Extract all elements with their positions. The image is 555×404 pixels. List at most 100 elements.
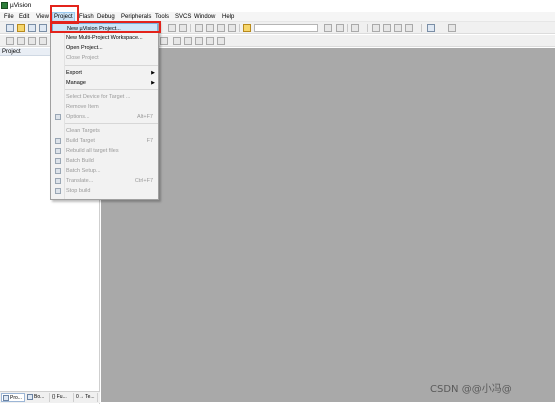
save-icon[interactable]	[28, 24, 36, 32]
menu-select-device[interactable]: Select Device for Target ...	[52, 92, 158, 102]
comment-icon[interactable]	[217, 24, 225, 32]
menu-shortcut: Ctrl+F7	[134, 178, 153, 184]
indent-icon[interactable]	[195, 24, 203, 32]
menu-options[interactable]: Options... Alt+F7	[52, 112, 158, 122]
find-icon[interactable]	[168, 24, 176, 32]
new-project-annotation-box	[50, 21, 161, 33]
breakpoint-kill-all-icon[interactable]	[405, 24, 413, 32]
menu-item-label: Clean Targets	[66, 128, 100, 134]
menu-item-label: Batch Build	[66, 158, 94, 164]
menu-new-multi-project-workspace[interactable]: New Multi-Project Workspace...	[52, 33, 158, 43]
tab-label: 0→ Te...	[76, 394, 95, 400]
toolbar-separator	[239, 24, 240, 32]
incremental-find-icon[interactable]	[324, 24, 332, 32]
menu-separator	[65, 123, 158, 124]
menu-batch-setup[interactable]: Batch Setup...	[52, 166, 158, 176]
tab-label: Pro...	[10, 395, 22, 401]
books-tab-icon	[27, 394, 33, 400]
window-layout-icon[interactable]	[427, 24, 435, 32]
tab-templates[interactable]: 0→ Te...	[74, 393, 98, 402]
menu-edit[interactable]: Edit	[18, 13, 30, 21]
tab-label: Bo...	[34, 394, 45, 400]
project-panel-tabs: Pro... Bo... {} Fu... 0→ Te...	[0, 391, 100, 403]
tab-books[interactable]: Bo...	[26, 393, 50, 402]
project-dropdown-menu: New µVision Project... New Multi-Project…	[50, 21, 159, 200]
tab-project[interactable]: Pro...	[1, 393, 25, 402]
menu-window[interactable]: Window	[193, 13, 216, 21]
debug-restore-icon[interactable]	[160, 37, 168, 45]
menu-rebuild-all[interactable]: Rebuild all target files	[52, 146, 158, 156]
translate-icon[interactable]	[6, 37, 14, 45]
rebuild-icon[interactable]	[28, 37, 36, 45]
menu-item-label: Manage	[66, 80, 86, 86]
manage-packs-icon[interactable]	[217, 37, 225, 45]
menu-file[interactable]: File	[3, 13, 15, 21]
menu-peripherals[interactable]: Peripherals	[120, 13, 152, 21]
menu-translate[interactable]: Translate... Ctrl+F7	[52, 176, 158, 186]
menu-clean-targets[interactable]: Clean Targets	[52, 126, 158, 136]
menu-item-label: Export	[66, 70, 82, 76]
configure-icon[interactable]	[448, 24, 456, 32]
find-in-files-icon[interactable]	[179, 24, 187, 32]
breakpoint-disable-icon[interactable]	[383, 24, 391, 32]
menu-item-label: Open Project...	[66, 45, 103, 51]
menu-batch-build[interactable]: Batch Build	[52, 156, 158, 166]
find-combo[interactable]	[254, 24, 318, 32]
menu-separator	[65, 65, 158, 66]
menu-separator	[65, 89, 158, 90]
menu-item-label: Build Target	[66, 138, 95, 144]
toolbar-separator	[190, 24, 191, 32]
menu-item-label: Stop build	[66, 188, 91, 194]
menu-help[interactable]: Help	[221, 13, 235, 21]
batch-build-icon[interactable]	[39, 37, 47, 45]
menu-export[interactable]: Export ▶	[52, 68, 158, 78]
uncomment-icon[interactable]	[228, 24, 236, 32]
batch-build-icon	[55, 158, 61, 164]
debug-start-icon[interactable]	[351, 24, 359, 32]
menu-item-label: Rebuild all target files	[66, 148, 119, 154]
csdn-watermark: CSDN @@小冯@	[430, 384, 512, 395]
menu-open-project[interactable]: Open Project...	[52, 43, 158, 53]
step-into-icon[interactable]	[173, 37, 181, 45]
submenu-arrow-icon: ▶	[151, 80, 155, 86]
batch-setup-icon	[55, 168, 61, 174]
menu-item-label: Remove Item	[66, 104, 99, 110]
breakpoint-insert-icon[interactable]	[372, 24, 380, 32]
step-out-icon[interactable]	[195, 37, 203, 45]
toolbar-separator	[347, 24, 348, 32]
run-to-cursor-icon[interactable]	[206, 37, 214, 45]
save-all-icon[interactable]	[39, 24, 47, 32]
editor-area[interactable]	[101, 48, 555, 402]
toolbar-separator	[367, 24, 368, 32]
open-file-icon[interactable]	[17, 24, 25, 32]
new-file-icon[interactable]	[6, 24, 14, 32]
title-bar: µVision	[0, 0, 555, 12]
menu-remove-item[interactable]: Remove Item	[52, 102, 158, 112]
rebuild-icon	[55, 148, 61, 154]
menu-manage[interactable]: Manage ▶	[52, 78, 158, 88]
tab-label: {} Fu...	[52, 394, 67, 400]
menu-item-label: Translate...	[66, 178, 94, 184]
menu-close-project[interactable]: Close Project	[52, 53, 158, 63]
unindent-icon[interactable]	[206, 24, 214, 32]
tab-functions[interactable]: {} Fu...	[50, 393, 74, 402]
find-symbol-icon[interactable]	[243, 24, 251, 32]
menu-shortcut: F7	[146, 138, 153, 144]
menu-svcs[interactable]: SVCS	[174, 13, 192, 21]
step-over-icon[interactable]	[184, 37, 192, 45]
menu-build-target[interactable]: Build Target F7	[52, 136, 158, 146]
menu-stop-build[interactable]: Stop build	[52, 186, 158, 196]
breakpoint-kill-icon[interactable]	[394, 24, 402, 32]
stop-build-icon	[55, 188, 61, 194]
menu-debug[interactable]: Debug	[96, 13, 116, 21]
menu-tools[interactable]: Tools	[154, 13, 170, 21]
menu-flash[interactable]: Flash	[78, 13, 95, 21]
menu-item-label: Options...	[66, 114, 90, 120]
submenu-arrow-icon: ▶	[151, 70, 155, 76]
build-icon[interactable]	[17, 37, 25, 45]
build-icon	[55, 138, 61, 144]
menu-view[interactable]: View	[35, 13, 50, 21]
source-browser-icon[interactable]	[336, 24, 344, 32]
menu-item-label: Batch Setup...	[66, 168, 101, 174]
translate-icon	[55, 178, 61, 184]
